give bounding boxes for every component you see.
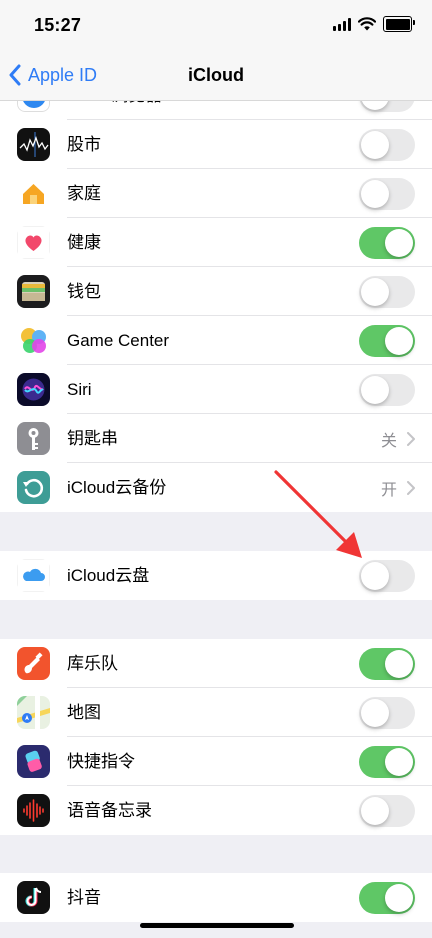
icloud-backup-icon: [17, 471, 50, 504]
keychain-detail[interactable]: 关: [381, 414, 415, 463]
toggle-knob: [361, 180, 389, 208]
list-row-stocks[interactable]: 股市: [0, 120, 432, 169]
siri-toggle[interactable]: [359, 374, 415, 406]
apps-list-group-3: 库乐队地图快捷指令语音备忘录: [0, 639, 432, 835]
status-time: 15:27: [34, 15, 82, 35]
toggle-knob: [361, 797, 389, 825]
list-row-health[interactable]: 健康: [0, 218, 432, 267]
wifi-icon: [358, 17, 376, 31]
voice-memos-toggle[interactable]: [359, 795, 415, 827]
toggle-knob: [385, 327, 413, 355]
apps-list-group-2: iCloud云盘: [0, 551, 432, 600]
apps-list-group-1: Safari浏览器股市家庭健康钱包Game CenterSiri钥匙串关iClo…: [0, 71, 432, 512]
chevron-right-icon: [407, 431, 415, 446]
row-label: 家庭: [67, 184, 101, 203]
page-title: iCloud: [188, 65, 244, 85]
home-toggle[interactable]: [359, 178, 415, 210]
wallet-icon: [17, 275, 50, 308]
battery-icon: [383, 16, 415, 32]
row-label: 钱包: [67, 282, 101, 301]
maps-icon: [17, 696, 50, 729]
icloud-drive-icon: [17, 559, 50, 592]
list-row-icloud-backup[interactable]: iCloud云备份 开: [0, 463, 432, 512]
row-label: 地图: [67, 703, 101, 722]
toggle-knob: [385, 650, 413, 678]
row-label: iCloud云盘: [67, 566, 150, 585]
voice-memos-icon: [17, 794, 50, 827]
garageband-icon: [17, 647, 50, 680]
home-indicator[interactable]: [140, 923, 294, 928]
list-row-home[interactable]: 家庭: [0, 169, 432, 218]
row-label: 语音备忘录: [67, 801, 152, 820]
list-row-shortcuts[interactable]: 快捷指令: [0, 737, 432, 786]
douyin-icon: [17, 881, 50, 914]
row-label: 抖音: [67, 888, 101, 907]
row-label: 快捷指令: [67, 752, 135, 771]
list-row-game-center[interactable]: Game Center: [0, 316, 432, 365]
toggle-knob: [361, 278, 389, 306]
douyin-toggle[interactable]: [359, 882, 415, 914]
toggle-knob: [385, 229, 413, 257]
toggle-knob: [385, 884, 413, 912]
siri-icon: [17, 373, 50, 406]
apps-list-group-4: 抖音: [0, 873, 432, 922]
list-row-wallet[interactable]: 钱包: [0, 267, 432, 316]
list-row-icloud-drive[interactable]: iCloud云盘: [0, 551, 432, 600]
row-label: 钥匙串: [67, 429, 118, 448]
toggle-knob: [361, 699, 389, 727]
shortcuts-toggle[interactable]: [359, 746, 415, 778]
detail-value: 开: [380, 481, 397, 499]
row-label: Siri: [67, 380, 92, 399]
status-bar: 15:27: [0, 0, 432, 50]
row-label: 健康: [67, 233, 101, 252]
toggle-knob: [361, 131, 389, 159]
list-row-maps[interactable]: 地图: [0, 688, 432, 737]
row-label: Game Center: [67, 331, 170, 350]
shortcuts-icon: [17, 745, 50, 778]
home-icon: [17, 177, 50, 210]
navigation-bar: Apple ID iCloud: [0, 50, 432, 101]
list-row-douyin[interactable]: 抖音: [0, 873, 432, 922]
game-center-icon: [17, 324, 50, 357]
health-toggle[interactable]: [359, 227, 415, 259]
stocks-icon: [17, 128, 50, 161]
row-label: iCloud云备份: [67, 478, 167, 497]
row-label: 库乐队: [67, 654, 118, 673]
toggle-knob: [361, 562, 389, 590]
list-row-voice-memos[interactable]: 语音备忘录: [0, 786, 432, 835]
row-label: 股市: [67, 135, 101, 154]
health-icon: [17, 226, 50, 259]
status-icons: [333, 16, 415, 32]
cellular-signal-icon: [333, 17, 351, 31]
icloud-backup-detail[interactable]: 开: [381, 463, 415, 512]
keychain-icon: [17, 422, 50, 455]
chevron-right-icon: [407, 480, 415, 495]
toggle-knob: [385, 748, 413, 776]
stocks-toggle[interactable]: [359, 129, 415, 161]
list-row-garageband[interactable]: 库乐队: [0, 639, 432, 688]
toggle-knob: [361, 376, 389, 404]
wallet-toggle[interactable]: [359, 276, 415, 308]
icloud-drive-toggle[interactable]: [359, 560, 415, 592]
list-row-siri[interactable]: Siri: [0, 365, 432, 414]
list-row-keychain[interactable]: 钥匙串 关: [0, 414, 432, 463]
maps-toggle[interactable]: [359, 697, 415, 729]
detail-value: 关: [380, 432, 397, 450]
garageband-toggle[interactable]: [359, 648, 415, 680]
game-center-toggle[interactable]: [359, 325, 415, 357]
